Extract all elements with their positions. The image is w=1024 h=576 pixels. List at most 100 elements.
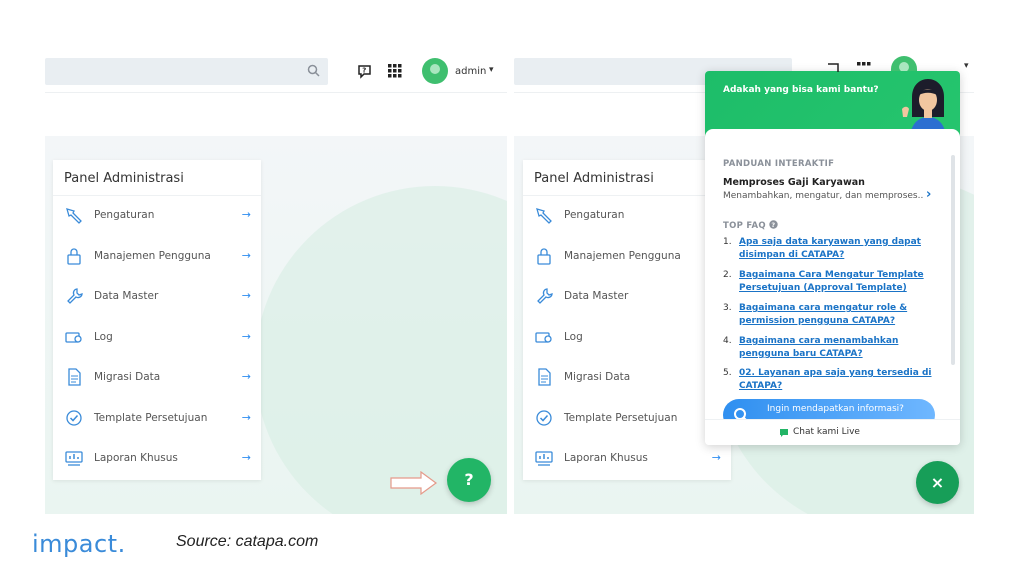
chat-footer[interactable]: Chat kami Live: [705, 419, 960, 445]
avatar[interactable]: [422, 58, 448, 84]
chat-bubble-icon: [780, 429, 788, 437]
menu-item-migrasi-data[interactable]: Migrasi Data: [523, 358, 731, 399]
faq-link[interactable]: 02. Layanan apa saja yang tersedia di CA…: [739, 367, 933, 393]
menu-item-label: Data Master: [564, 290, 629, 302]
menu-item-label: Template Persetujuan: [94, 411, 208, 424]
chat-greeting: Adakah yang bisa kami bantu?: [723, 85, 879, 95]
faq-number: 3.: [723, 303, 732, 313]
panel-title: Panel Administrasi: [53, 160, 261, 196]
menu-item-label: Log: [564, 330, 583, 343]
menu-item-template-persetujuan[interactable]: Template Persetujuan →: [53, 399, 261, 440]
search-input[interactable]: [45, 58, 328, 85]
svg-text:?: ?: [772, 221, 776, 229]
faq-item[interactable]: 1. Apa saja data karyawan yang dapat dis…: [723, 236, 933, 262]
faq-link[interactable]: Bagaimana cara menambahkan pengguna baru…: [739, 335, 933, 361]
chat-scrollbar[interactable]: [951, 155, 955, 365]
live-chat-link[interactable]: Chat kami Live: [793, 427, 860, 437]
menu-item-pengaturan[interactable]: Pengaturan →: [53, 196, 261, 237]
header-divider: [45, 92, 507, 93]
panel-title: Panel Administrasi: [523, 160, 731, 196]
menu-item-template-persetujuan[interactable]: Template Persetujuan: [523, 399, 731, 440]
svg-text:?: ?: [362, 67, 366, 75]
report-icon: [65, 451, 83, 466]
menu-item-label: Pengaturan: [94, 209, 155, 221]
menu-item-label: Laporan Khusus: [94, 452, 178, 464]
menu-item-migrasi-data[interactable]: Migrasi Data →: [53, 358, 261, 399]
arrow-right-icon: →: [241, 370, 251, 383]
menu-item-data-master[interactable]: Data Master: [523, 277, 731, 318]
menu-item-laporan-khusus[interactable]: Laporan Khusus →: [53, 439, 261, 480]
menu-item-label: Pengaturan: [564, 209, 625, 221]
admin-panel: Panel Administrasi Pengaturan Manajemen …: [523, 160, 731, 480]
faq-item[interactable]: 4. Bagaimana cara menambahkan pengguna b…: [723, 335, 933, 361]
username-label[interactable]: admin: [455, 66, 486, 77]
document-icon: [538, 368, 551, 386]
menu-item-data-master[interactable]: Data Master →: [53, 277, 261, 318]
guide-description[interactable]: Menambahkan, mengatur, dan memproses...: [723, 191, 923, 201]
search-icon: [307, 64, 320, 77]
faq-number: 4.: [723, 336, 732, 346]
faq-number: 2.: [723, 270, 732, 280]
admin-panel: Panel Administrasi Pengaturan → Manajeme…: [53, 160, 261, 480]
arrow-right-icon: →: [241, 208, 251, 221]
lock-icon: [67, 247, 81, 265]
faq-item[interactable]: 5. 02. Layanan apa saja yang tersedia di…: [723, 367, 933, 393]
menu-item-label: Laporan Khusus: [564, 452, 648, 464]
help-circle-icon: ?: [769, 220, 778, 229]
faq-section-text: TOP FAQ: [723, 221, 766, 231]
menu-item-log[interactable]: Log →: [53, 318, 261, 359]
log-icon: [535, 331, 552, 343]
arrow-right-icon: →: [711, 451, 721, 464]
menu-item-label: Manajemen Pengguna: [94, 249, 211, 262]
check-badge-icon: [536, 409, 552, 426]
apps-grid-icon[interactable]: [388, 64, 402, 78]
faq-section-label: TOP FAQ ?: [723, 220, 778, 231]
faq-item[interactable]: 3. Bagaimana cara mengatur role & permis…: [723, 302, 933, 328]
menu-item-label: Migrasi Data: [564, 371, 631, 383]
menu-item-laporan-khusus[interactable]: Laporan Khusus →: [523, 439, 731, 480]
guide-title[interactable]: Memproses Gaji Karyawan: [723, 177, 865, 188]
faq-link[interactable]: Bagaimana cara mengatur role & permissio…: [739, 302, 933, 328]
guide-section-label: PANDUAN INTERAKTIF: [723, 159, 835, 169]
info-search-label: Ingin mendapatkan informasi?: [767, 404, 904, 414]
apps-grid-icon[interactable]: [857, 62, 871, 71]
menu-item-pengaturan[interactable]: Pengaturan: [523, 196, 731, 237]
document-icon: [68, 368, 81, 386]
lock-icon: [537, 247, 551, 265]
arrow-right-icon: →: [241, 289, 251, 302]
wrench-icon: [67, 288, 83, 304]
wrench-icon: [537, 288, 553, 304]
source-caption: Source: catapa.com: [176, 533, 319, 550]
tools-icon: [536, 208, 552, 224]
help-chat-icon[interactable]: ?: [357, 64, 372, 79]
tools-icon: [66, 208, 82, 224]
arrow-right-icon: →: [241, 248, 251, 262]
faq-link[interactable]: Bagaimana Cara Mengatur Template Persetu…: [739, 269, 933, 295]
arrow-right-icon: →: [241, 329, 251, 343]
chevron-down-icon[interactable]: ▾: [489, 65, 494, 75]
faq-link[interactable]: Apa saja data karyawan yang dapat disimp…: [739, 236, 933, 262]
arrow-right-icon: →: [241, 410, 251, 424]
faq-item[interactable]: 2. Bagaimana Cara Mengatur Template Pers…: [723, 269, 933, 295]
menu-item-label: Manajemen Pengguna: [564, 249, 681, 262]
arrow-right-icon: →: [241, 451, 251, 464]
faq-number: 5.: [723, 368, 732, 378]
faq-number: 1.: [723, 237, 732, 247]
screenshot-before: ? admin ▾ Panel Administrasi Pengaturan …: [45, 56, 507, 514]
avatar[interactable]: [891, 56, 917, 71]
close-chat-button[interactable]: ×: [916, 461, 959, 504]
menu-item-label: Migrasi Data: [94, 371, 161, 383]
log-icon: [65, 331, 82, 343]
menu-item-manajemen-pengguna[interactable]: Manajemen Pengguna →: [53, 237, 261, 278]
menu-item-label: Data Master: [94, 290, 159, 302]
menu-item-manajemen-pengguna[interactable]: Manajemen Pengguna: [523, 237, 731, 278]
menu-item-label: Log: [94, 330, 113, 343]
check-badge-icon: [66, 409, 82, 426]
menu-item-log[interactable]: Log: [523, 318, 731, 359]
chevron-right-icon[interactable]: ›: [926, 187, 931, 202]
help-chat-icon[interactable]: [826, 62, 840, 72]
screenshot-after: Panel Administrasi Pengaturan Manajemen …: [514, 56, 974, 514]
help-button[interactable]: ?: [447, 458, 491, 502]
help-chat-popup: Adakah yang bisa kami bantu? PANDUAN INT…: [705, 71, 960, 445]
chevron-down-icon[interactable]: ▾: [964, 61, 969, 71]
